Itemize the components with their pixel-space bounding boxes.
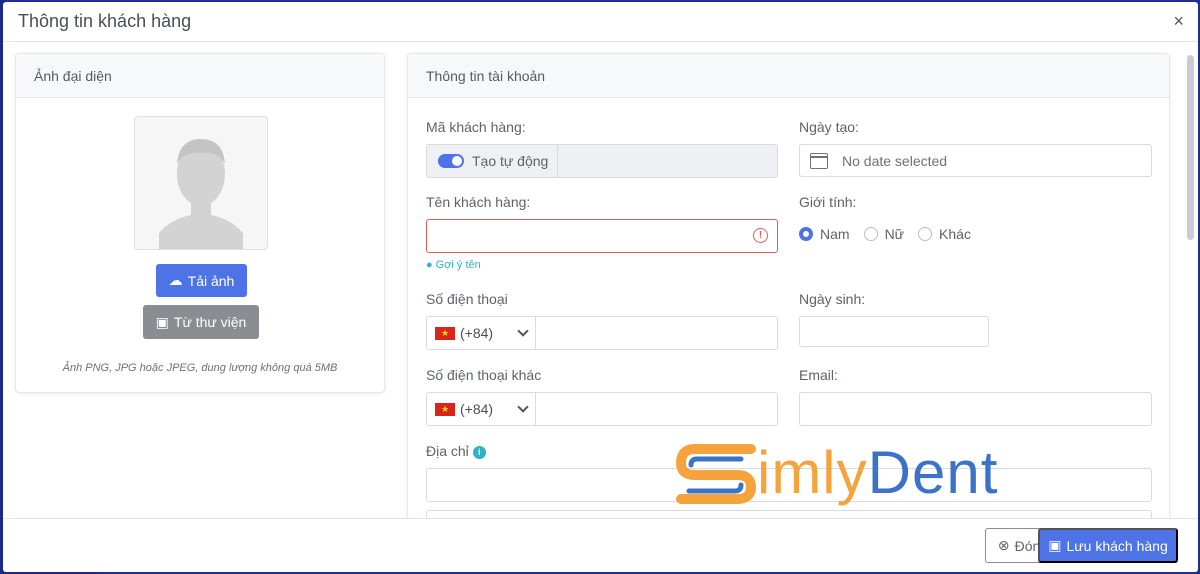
gender-label: Giới tính: xyxy=(799,194,857,210)
library-avatar-label: Từ thư viện xyxy=(173,314,247,330)
customer-name-label: Tên khách hàng: xyxy=(426,194,531,210)
lightbulb-icon: ● xyxy=(426,259,433,271)
phone-country-select[interactable]: ★ (+84) xyxy=(426,316,536,350)
gender-option-label: Khác xyxy=(939,226,971,242)
avatar-card: Ảnh đại diện ☁ Tải ảnh ▣ Từ thư viện Ảnh… xyxy=(15,53,385,393)
phone-label: Số điện thoại xyxy=(426,291,508,307)
save-customer-button[interactable]: ▣ Lưu khách hàng xyxy=(1038,528,1178,563)
modal-scrollbar[interactable] xyxy=(1186,53,1194,513)
email-label: Email: xyxy=(799,367,838,383)
created-date-input[interactable]: No date selected xyxy=(799,144,1152,177)
vietnam-flag-icon: ★ xyxy=(435,326,455,340)
other-phone-label: Số điện thoại khác xyxy=(426,367,542,383)
modal-header: Thông tin khách hàng xyxy=(3,2,1198,42)
scrollbar-thumb[interactable] xyxy=(1187,55,1194,240)
customer-name-input[interactable]: ! xyxy=(426,219,778,253)
auto-generate-toggle[interactable]: Tạo tự động xyxy=(427,145,558,177)
name-suggestion-label: Gợi ý tên xyxy=(435,259,481,271)
error-icon: ! xyxy=(753,228,768,243)
phone-input[interactable] xyxy=(536,316,778,350)
phone-field: ★ (+84) xyxy=(426,316,778,350)
other-phone-country-code: (+84) xyxy=(460,401,494,417)
created-date-placeholder: No date selected xyxy=(842,152,948,169)
radio-unchecked-icon xyxy=(863,227,878,241)
address-detail-input[interactable] xyxy=(426,510,1152,518)
chevron-down-icon xyxy=(517,324,529,337)
birth-date-input[interactable] xyxy=(799,316,989,347)
created-date-label: Ngày tạo: xyxy=(799,119,859,135)
modal-footer: ⊗ Đóng ▣ Lưu khách hàng xyxy=(3,518,1198,572)
customer-code-label: Mã khách hàng: xyxy=(426,119,526,135)
avatar-note: Ảnh PNG, JPG hoặc JPEG, dung lượng không… xyxy=(62,362,338,374)
avatar-card-header: Ảnh đại diện xyxy=(16,54,384,98)
other-phone-country-select[interactable]: ★ (+84) xyxy=(426,392,536,426)
upload-avatar-label: Tải ảnh xyxy=(187,272,235,289)
images-icon: ▣ xyxy=(155,313,169,330)
auto-generate-label: Tạo tự động xyxy=(472,153,549,169)
birth-date-label: Ngày sinh: xyxy=(799,291,866,307)
gender-option-other[interactable]: Khác xyxy=(918,226,971,242)
upload-avatar-button[interactable]: ☁ Tải ảnh xyxy=(156,264,247,297)
radio-checked-icon xyxy=(799,227,813,241)
close-icon[interactable]: × xyxy=(1173,12,1184,30)
radio-unchecked-icon xyxy=(918,227,933,241)
other-phone-input[interactable] xyxy=(536,392,778,426)
calendar-icon xyxy=(810,152,828,169)
phone-country-code: (+84) xyxy=(460,325,494,341)
gender-option-female[interactable]: Nữ xyxy=(863,226,905,242)
circle-x-icon: ⊗ xyxy=(997,537,1010,553)
floppy-disk-icon: ▣ xyxy=(1048,537,1062,553)
library-avatar-button[interactable]: ▣ Từ thư viện xyxy=(143,305,259,339)
account-info-card: Thông tin tài khoản Mã khách hàng: Tạo t… xyxy=(407,53,1170,518)
chevron-down-icon xyxy=(517,400,529,413)
gender-option-male[interactable]: Nam xyxy=(799,226,850,242)
customer-info-modal: Thông tin khách hàng × Ảnh đại diện ☁ Tả… xyxy=(3,2,1198,572)
info-icon[interactable]: i xyxy=(472,445,486,459)
avatar-placeholder xyxy=(134,116,268,250)
gender-option-label: Nữ xyxy=(884,226,905,242)
save-customer-label: Lưu khách hàng xyxy=(1066,537,1168,554)
other-phone-field: ★ (+84) xyxy=(426,392,778,426)
customer-code-field: Tạo tự động xyxy=(426,144,778,178)
user-silhouette-icon xyxy=(159,139,243,249)
email-input[interactable] xyxy=(799,392,1152,426)
cloud-upload-icon: ☁ xyxy=(168,272,183,288)
modal-body: Ảnh đại diện ☁ Tải ảnh ▣ Từ thư viện Ảnh… xyxy=(3,43,1198,518)
address-label-row: Địa chỉ i xyxy=(426,443,486,459)
gender-option-label: Nam xyxy=(820,226,850,242)
vietnam-flag-icon: ★ xyxy=(435,402,455,416)
modal-title: Thông tin khách hàng xyxy=(18,11,192,31)
name-suggestion-link[interactable]: ● Gợi ý tên xyxy=(426,259,481,271)
address-label: Địa chỉ xyxy=(426,443,469,459)
account-card-header: Thông tin tài khoản xyxy=(408,54,1169,98)
toggle-switch-icon xyxy=(438,154,464,168)
address-input[interactable] xyxy=(426,468,1152,502)
gender-radio-group: Nam Nữ Khác xyxy=(799,226,985,242)
